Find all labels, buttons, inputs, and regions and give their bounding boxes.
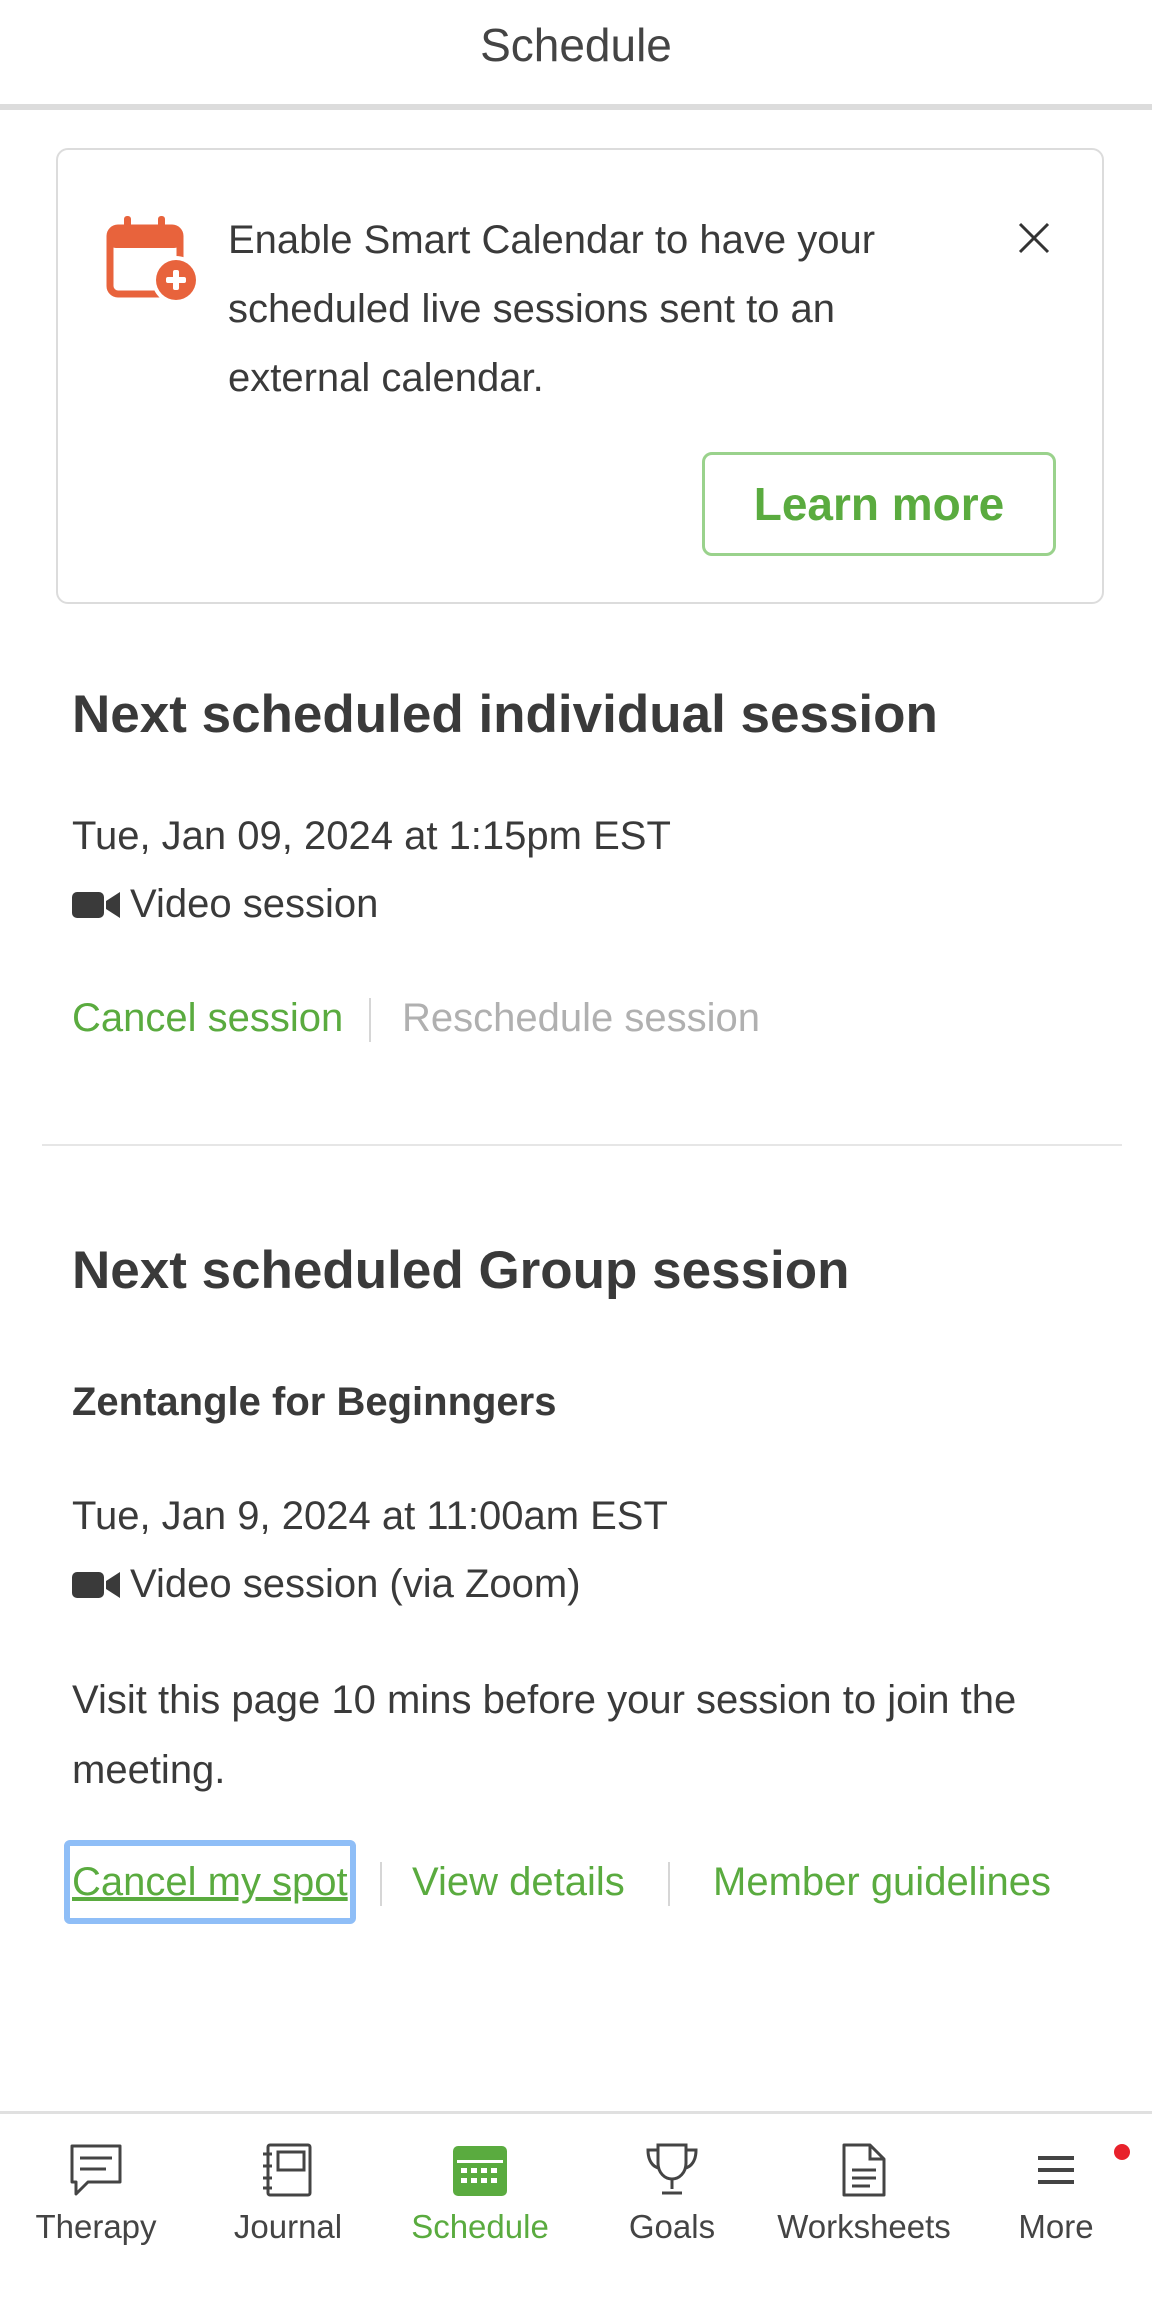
individual-session-datetime: Tue, Jan 09, 2024 at 1:15pm EST — [72, 814, 671, 858]
group-session-datetime: Tue, Jan 9, 2024 at 11:00am EST — [72, 1494, 668, 1538]
group-session-title: Next scheduled Group session — [72, 1241, 850, 1300]
group-session-type: Video session (via Zoom) — [72, 1562, 581, 1607]
calendar-icon — [450, 2140, 510, 2200]
bottom-navigation: Therapy Journal Schedule Goals Worksheet… — [0, 2111, 1152, 2324]
nav-item-therapy[interactable]: Therapy — [0, 2114, 192, 2264]
notification-dot — [1114, 2144, 1130, 2160]
trophy-icon — [642, 2140, 702, 2200]
reschedule-session-link[interactable]: Reschedule session — [402, 996, 760, 1041]
video-camera-icon — [72, 891, 120, 918]
link-separator — [369, 998, 371, 1042]
link-separator — [380, 1862, 382, 1906]
document-icon — [834, 2140, 894, 2200]
nav-item-worksheets[interactable]: Worksheets — [768, 2114, 960, 2264]
cancel-my-spot-link[interactable]: Cancel my spot — [72, 1860, 348, 1905]
nav-item-journal[interactable]: Journal — [192, 2114, 384, 2264]
menu-icon — [1026, 2140, 1086, 2200]
individual-session-type: Video session — [72, 882, 378, 927]
close-icon — [1018, 222, 1050, 254]
smart-calendar-banner: Enable Smart Calendar to have your sched… — [56, 148, 1104, 604]
page-title: Schedule — [480, 19, 672, 71]
link-separator — [668, 1862, 670, 1906]
video-camera-icon — [72, 1571, 120, 1598]
section-divider — [42, 1144, 1122, 1146]
nav-item-schedule[interactable]: Schedule — [384, 2114, 576, 2264]
group-session-note: Visit this page 10 mins before your sess… — [72, 1678, 1017, 1792]
chat-icon — [66, 2140, 126, 2200]
nav-item-goals[interactable]: Goals — [576, 2114, 768, 2264]
journal-icon — [258, 2140, 318, 2200]
individual-session-title: Next scheduled individual session — [72, 685, 938, 744]
banner-message: Enable Smart Calendar to have your sched… — [228, 218, 876, 400]
learn-more-button[interactable]: Learn more — [702, 452, 1056, 556]
app-header: Schedule — [0, 0, 1152, 110]
member-guidelines-link[interactable]: Member guidelines — [713, 1860, 1051, 1905]
close-banner-button[interactable] — [1010, 214, 1058, 262]
calendar-add-icon — [106, 214, 202, 310]
cancel-session-link[interactable]: Cancel session — [72, 996, 343, 1041]
group-session-name: Zentangle for Beginngers — [72, 1380, 557, 1424]
nav-item-more[interactable]: More — [960, 2114, 1152, 2264]
view-details-link[interactable]: View details — [412, 1860, 625, 1905]
